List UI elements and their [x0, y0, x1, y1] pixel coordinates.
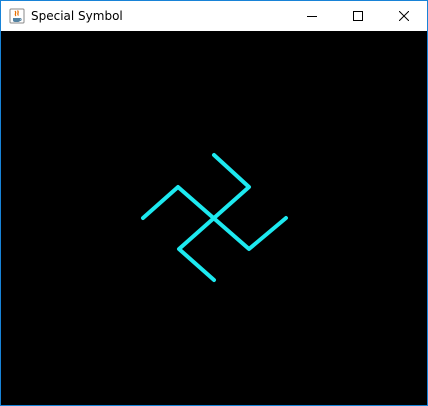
- minimize-button[interactable]: [289, 1, 335, 31]
- window-title: Special Symbol: [31, 9, 123, 23]
- title-bar[interactable]: Special Symbol: [1, 1, 427, 31]
- close-button[interactable]: [381, 1, 427, 31]
- symbol-drawing: [141, 153, 288, 282]
- app-window: Special Symbol: [0, 0, 428, 406]
- minimize-icon: [307, 16, 317, 17]
- maximize-icon: [353, 11, 363, 21]
- java-icon: [9, 8, 25, 24]
- close-icon: [399, 11, 409, 21]
- symbol-arm-upper-right: [177, 153, 251, 282]
- drawing-canvas: [1, 31, 427, 405]
- maximize-button[interactable]: [335, 1, 381, 31]
- window-controls: [289, 1, 427, 31]
